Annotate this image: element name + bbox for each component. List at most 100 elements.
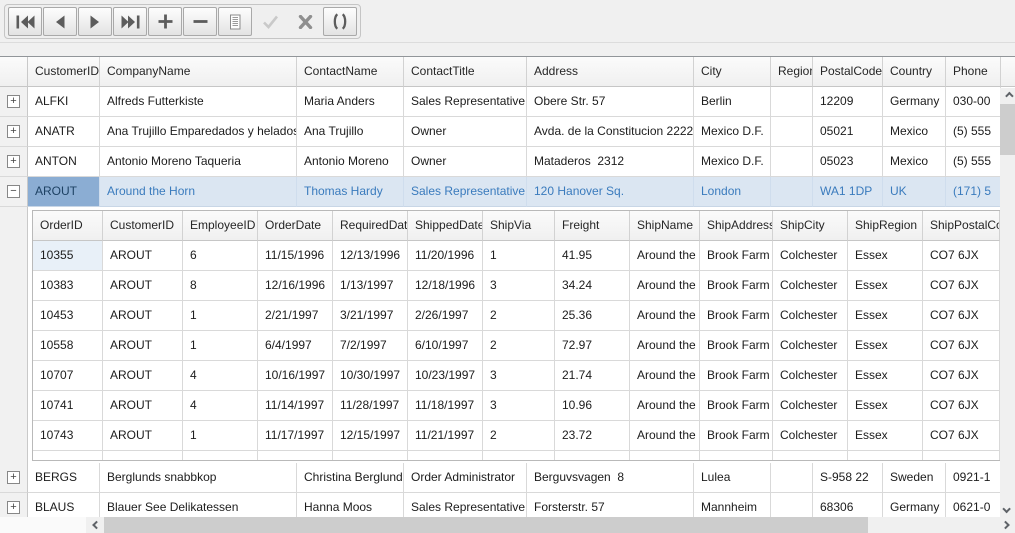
- cell-bergs-companyname[interactable]: Berglunds snabbkop: [100, 463, 297, 493]
- row-header-cell[interactable]: +: [0, 87, 28, 117]
- detail-cell-10558-shipcity[interactable]: Colchester: [773, 331, 848, 361]
- cell-bergs-region[interactable]: [771, 463, 813, 493]
- detail-cell-10741-orderid[interactable]: 10741: [33, 391, 103, 421]
- detail-cell-10383-shippeddate[interactable]: 12/18/1996: [408, 271, 483, 301]
- detail-cell-10743-shipaddress[interactable]: Brook Farm S: [700, 421, 773, 451]
- detail-cell-10383-shipcity[interactable]: Colchester: [773, 271, 848, 301]
- cell-anton-country[interactable]: Mexico: [883, 147, 946, 177]
- detail-cell-10707-employeeid[interactable]: 4: [183, 361, 258, 391]
- detail-cell-10383-employeeid[interactable]: 8: [183, 271, 258, 301]
- customer-row-bergs[interactable]: + BERGS Berglunds snabbkop Christina Berglu…: [0, 463, 1015, 493]
- customer-row-arout[interactable]: − AROUT Around the Horn Thomas Hardy Sales R…: [0, 177, 1015, 207]
- detail-cell-10453-shipaddress[interactable]: Brook Farm S: [700, 301, 773, 331]
- order-row-10355[interactable]: 10355 AROUT 6 11/15/1996 12/13/1996 11/20/199…: [33, 241, 1000, 271]
- cell-arout-contactname[interactable]: Thomas Hardy: [297, 177, 404, 207]
- detail-column-header-shipregion[interactable]: ShipRegion: [848, 211, 923, 241]
- detail-cell-10453-shipcity[interactable]: Colchester: [773, 301, 848, 331]
- detail-cell-10741-shippostalcode[interactable]: CO7 6JX: [923, 391, 1000, 421]
- detail-cell-10558-shipname[interactable]: Around the H: [630, 331, 700, 361]
- column-header-companyname[interactable]: CompanyName: [100, 57, 297, 87]
- customer-row-alfki[interactable]: + ALFKI Alfreds Futterkiste Maria Anders Sal…: [0, 87, 1015, 117]
- cell-alfki-region[interactable]: [771, 87, 813, 117]
- detail-cell-10707-shipvia[interactable]: 3: [483, 361, 555, 391]
- cell-bergs-customerid[interactable]: BERGS: [28, 463, 100, 493]
- detail-cell-10741-employeeid[interactable]: 4: [183, 391, 258, 421]
- cell-alfki-address[interactable]: Obere Str. 57: [527, 87, 694, 117]
- column-header-customerid[interactable]: CustomerID: [28, 57, 100, 87]
- row-header-cell[interactable]: +: [0, 147, 28, 177]
- cell-anton-contactname[interactable]: Antonio Moreno: [297, 147, 404, 177]
- order-row-10741[interactable]: 10741 AROUT 4 11/14/1997 11/28/1997 11/18/199…: [33, 391, 1000, 421]
- cell-arout-companyname[interactable]: Around the Horn: [100, 177, 297, 207]
- order-row-10558[interactable]: 10558 AROUT 1 6/4/1997 7/2/1997 6/10/1997 2 72.…: [33, 331, 1000, 361]
- cell-alfki-country[interactable]: Germany: [883, 87, 946, 117]
- customer-row-anatr[interactable]: + ANATR Ana Trujillo Emparedados y helados…: [0, 117, 1015, 147]
- order-row-10383[interactable]: 10383 AROUT 8 12/16/1996 1/13/1997 12/18/1996…: [33, 271, 1000, 301]
- detail-cell-10743-shipcity[interactable]: Colchester: [773, 421, 848, 451]
- detail-cell-10558-shipaddress[interactable]: Brook Farm S: [700, 331, 773, 361]
- order-row-10453[interactable]: 10453 AROUT 1 2/21/1997 3/21/1997 2/26/1997 2 2…: [33, 301, 1000, 331]
- detail-cell-10741-shipcity[interactable]: Colchester: [773, 391, 848, 421]
- detail-cell-10741-freight[interactable]: 10.96: [555, 391, 630, 421]
- row-header-cell[interactable]: +: [0, 463, 28, 493]
- detail-column-header-freight[interactable]: Freight: [555, 211, 630, 241]
- detail-cell-10383-orderid[interactable]: 10383: [33, 271, 103, 301]
- detail-cell-10707-customerid[interactable]: AROUT: [103, 361, 183, 391]
- detail-cell-10707-requireddate[interactable]: 10/30/1997: [333, 361, 408, 391]
- detail-cell-10558-customerid[interactable]: AROUT: [103, 331, 183, 361]
- detail-cell-10741-customerid[interactable]: AROUT: [103, 391, 183, 421]
- detail-cell-10741-shippeddate[interactable]: 11/18/1997: [408, 391, 483, 421]
- cell-anatr-customerid[interactable]: ANATR: [28, 117, 100, 147]
- detail-cell-10453-freight[interactable]: 25.36: [555, 301, 630, 331]
- detail-cell-10743-orderdate[interactable]: 11/17/1997: [258, 421, 333, 451]
- detail-cell-10707-shipregion[interactable]: Essex: [848, 361, 923, 391]
- column-header-phone[interactable]: Phone: [946, 57, 1001, 87]
- detail-cell-10453-orderdate[interactable]: 2/21/1997: [258, 301, 333, 331]
- detail-cell-10743-shippostalcode[interactable]: CO7 6JX: [923, 421, 1000, 451]
- detail-cell-10558-orderdate[interactable]: 6/4/1997: [258, 331, 333, 361]
- detail-cell-10383-shippostalcode[interactable]: CO7 6JX: [923, 271, 1000, 301]
- detail-cell-10558-shippostalcode[interactable]: CO7 6JX: [923, 331, 1000, 361]
- detail-cell-10453-shippostalcode[interactable]: CO7 6JX: [923, 301, 1000, 331]
- cell-arout-country[interactable]: UK: [883, 177, 946, 207]
- cell-bergs-address[interactable]: Berguvsvagen 8: [527, 463, 694, 493]
- cell-anton-region[interactable]: [771, 147, 813, 177]
- detail-cell-10707-shipcity[interactable]: Colchester: [773, 361, 848, 391]
- detail-cell-10558-freight[interactable]: 72.97: [555, 331, 630, 361]
- expand-icon[interactable]: +: [7, 155, 20, 168]
- row-header-corner[interactable]: [0, 57, 28, 87]
- cell-alfki-phone[interactable]: 030-00: [946, 87, 1001, 117]
- expand-icon[interactable]: +: [7, 471, 20, 484]
- row-header-cell[interactable]: +: [0, 117, 28, 147]
- detail-cell-10355-shipname[interactable]: Around the H: [630, 241, 700, 271]
- detail-cell-10383-customerid[interactable]: AROUT: [103, 271, 183, 301]
- detail-cell-10383-freight[interactable]: 34.24: [555, 271, 630, 301]
- cell-arout-city[interactable]: London: [694, 177, 771, 207]
- move-first-button[interactable]: [8, 7, 42, 36]
- detail-cell-10355-shipregion[interactable]: Essex: [848, 241, 923, 271]
- collapse-icon[interactable]: −: [7, 185, 20, 198]
- detail-cell-10558-shippeddate[interactable]: 6/10/1997: [408, 331, 483, 361]
- detail-cell-10355-employeeid[interactable]: 6: [183, 241, 258, 271]
- scroll-up-button[interactable]: [1000, 88, 1015, 104]
- cell-alfki-contacttitle[interactable]: Sales Representative: [404, 87, 527, 117]
- customer-row-anton[interactable]: + ANTON Antonio Moreno Taqueria Antonio Mor…: [0, 147, 1015, 177]
- cell-alfki-city[interactable]: Berlin: [694, 87, 771, 117]
- detail-cell-10453-shippeddate[interactable]: 2/26/1997: [408, 301, 483, 331]
- detail-cell-10355-customerid[interactable]: AROUT: [103, 241, 183, 271]
- cell-anatr-postalcode[interactable]: 05021: [813, 117, 883, 147]
- detail-cell-10558-shipregion[interactable]: Essex: [848, 331, 923, 361]
- detail-cell-10741-shipregion[interactable]: Essex: [848, 391, 923, 421]
- detail-cell-10743-shipvia[interactable]: 2: [483, 421, 555, 451]
- order-row-10707[interactable]: 10707 AROUT 4 10/16/1997 10/30/1997 10/23/199…: [33, 361, 1000, 391]
- detail-cell-10743-shipname[interactable]: Around the H: [630, 421, 700, 451]
- detail-cell-10383-shipaddress[interactable]: Brook Farm S: [700, 271, 773, 301]
- move-next-button[interactable]: [78, 7, 112, 36]
- detail-cell-10453-customerid[interactable]: AROUT: [103, 301, 183, 331]
- cell-bergs-country[interactable]: Sweden: [883, 463, 946, 493]
- detail-cell-10383-orderdate[interactable]: 12/16/1996: [258, 271, 333, 301]
- cell-arout-phone[interactable]: (171) 5: [946, 177, 1001, 207]
- cell-arout-customerid[interactable]: AROUT: [28, 177, 100, 207]
- scroll-left-button[interactable]: [86, 517, 103, 533]
- detail-column-header-shipname[interactable]: ShipName: [630, 211, 700, 241]
